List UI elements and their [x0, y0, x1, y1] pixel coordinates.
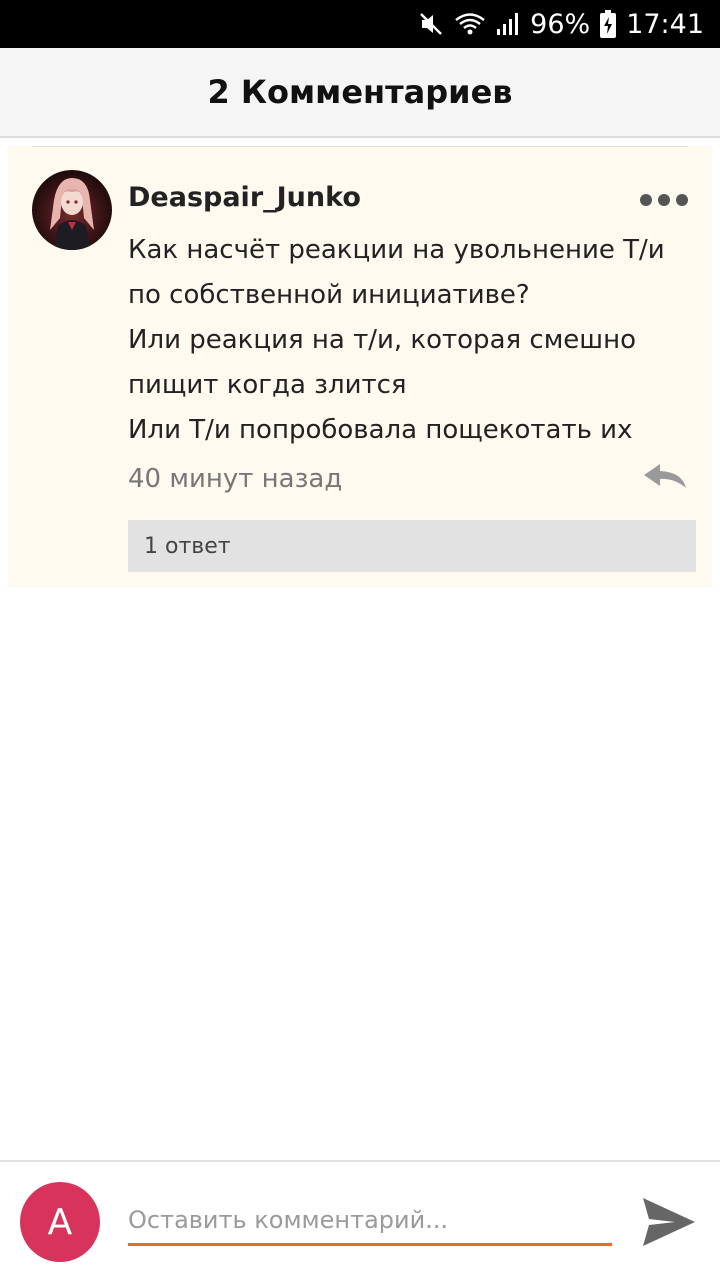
comment-card: Deaspair_Junko Как насчёт реакции на уво… [8, 146, 712, 588]
comment-line: Как насчёт реакции на увольнение Т/и [128, 235, 665, 265]
wifi-icon [454, 11, 486, 37]
comment-compose-bar: A [0, 1160, 720, 1280]
comment-line: Или Т/и попробовала пощекотать их [128, 415, 633, 445]
view-replies-button[interactable]: 1 ответ [128, 520, 696, 572]
avatar[interactable] [32, 170, 112, 250]
comment-timestamp: 40 минут назад [128, 464, 343, 494]
reply-icon[interactable] [642, 462, 688, 492]
comment-username[interactable]: Deaspair_Junko [128, 182, 361, 213]
comment-line: пищит когда злится [128, 370, 407, 400]
comment-body: Как насчёт реакции на увольнение Т/и по … [128, 228, 688, 453]
comment-input[interactable] [128, 1196, 612, 1246]
current-user-avatar[interactable]: A [20, 1182, 100, 1262]
comment-line: Или реакция на т/и, которая смешно [128, 325, 637, 355]
comment-line: по собственной инициативе? [128, 280, 530, 310]
mute-icon [418, 11, 444, 37]
battery-charging-icon [600, 10, 617, 38]
status-bar: 96% 17:41 [0, 0, 720, 48]
send-icon[interactable] [640, 1194, 698, 1250]
app-bar: 2 Комментариев [0, 48, 720, 138]
page-title: 2 Комментариев [207, 73, 513, 111]
divider [32, 146, 688, 147]
clock: 17:41 [626, 8, 704, 40]
signal-icon [496, 11, 520, 37]
battery-percent: 96% [530, 8, 591, 40]
more-options-icon[interactable] [640, 190, 688, 210]
